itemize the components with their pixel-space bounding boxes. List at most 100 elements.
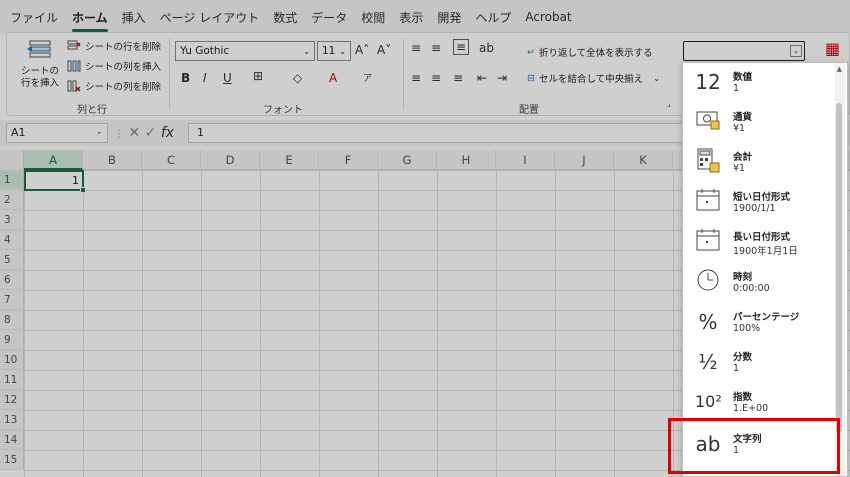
format-sample: 1 (733, 445, 740, 456)
align-left-icon[interactable]: ≡ (411, 71, 421, 85)
row-header[interactable]: 12 (0, 390, 24, 410)
indent-decrease-icon[interactable]: ⇤ (477, 71, 487, 85)
menu-file[interactable]: ファイル (10, 7, 58, 28)
align-top-icon[interactable]: ≡ (411, 41, 421, 55)
row-header[interactable]: 13 (0, 410, 24, 430)
menu-view[interactable]: 表示 (399, 7, 423, 28)
row-header[interactable]: 7 (0, 290, 24, 310)
format-option-time[interactable]: 時刻 0:00:00 (683, 263, 833, 303)
font-color-icon[interactable]: A (329, 71, 337, 85)
insert-cols-button[interactable]: シートの列を挿入 (67, 57, 161, 75)
border-icon[interactable]: ⊞ (253, 69, 263, 83)
italic-icon[interactable]: I (203, 71, 207, 85)
scroll-up-icon[interactable]: ▲ (837, 65, 842, 73)
number-icon: 12 (695, 70, 721, 94)
row-header[interactable]: 15 (0, 450, 24, 470)
menu-data[interactable]: データ (311, 7, 347, 28)
delete-rows-button[interactable]: シートの行を削除 (67, 37, 161, 55)
fill-handle[interactable] (80, 187, 86, 193)
confirm-icon[interactable]: ✓ (145, 125, 157, 141)
font-name-select[interactable]: Yu Gothic ⌄ (175, 41, 315, 61)
column-header[interactable]: K (614, 150, 673, 170)
column-header[interactable]: I (496, 150, 555, 170)
function-icon[interactable]: fx (161, 125, 174, 141)
row-header[interactable]: 2 (0, 190, 24, 210)
row-header[interactable]: 10 (0, 350, 24, 370)
format-sample: ¥1 (733, 123, 746, 134)
indent-increase-icon[interactable]: ⇥ (497, 71, 507, 85)
menu-review[interactable]: 校閲 (361, 7, 385, 28)
number-format-select[interactable]: ⌄ (683, 41, 805, 61)
format-option-long-date[interactable]: 長い日付形式 1900年1月1日 (683, 223, 833, 263)
decrease-font-icon[interactable]: A˅ (377, 43, 391, 57)
format-name: 文字列 (733, 434, 762, 445)
merge-center-button[interactable]: ⊟ セルを結合して中央揃え ⌄ (527, 69, 660, 87)
format-option-short-date[interactable]: 短い日付形式 1900/1/1 (683, 183, 833, 223)
active-cell-a1[interactable]: 1 (24, 170, 86, 193)
row-header[interactable]: 5 (0, 250, 24, 270)
menu-home[interactable]: ホーム (72, 7, 108, 32)
align-bottom-icon[interactable]: ≡ (453, 39, 470, 55)
wrap-text-button[interactable]: ↵ 折り返して全体を表示する (527, 43, 653, 61)
format-option-percentage[interactable]: % パーセンテージ 100% (683, 303, 833, 343)
dropdown-scrollbar[interactable]: ▲ (835, 63, 845, 476)
menu-insert[interactable]: 挿入 (122, 7, 146, 28)
group-label-alignment: 配置 (519, 105, 539, 116)
name-box-value: A1 (11, 126, 26, 139)
fill-color-icon[interactable]: ◇ (293, 71, 302, 85)
menu-developer[interactable]: 開発 (437, 7, 461, 28)
increase-font-icon[interactable]: A˄ (355, 43, 369, 57)
align-right-icon[interactable]: ≡ (453, 71, 463, 85)
number-format-dropdown: 12 数値 1 通貨 ¥1 会計 ¥1 短い日付形式 1900/1/1 長い日付… (682, 62, 848, 477)
column-header[interactable]: G (378, 150, 437, 170)
format-sample: 1900/1/1 (733, 203, 776, 214)
formula-input[interactable]: 1 (188, 123, 688, 143)
row-header[interactable]: 4 (0, 230, 24, 250)
column-header[interactable]: D (201, 150, 260, 170)
name-box[interactable]: A1 ⌄ (6, 123, 108, 143)
column-header[interactable]: C (142, 150, 201, 170)
row-header[interactable]: 1 (0, 170, 24, 190)
column-header[interactable]: F (319, 150, 378, 170)
menu-acrobat[interactable]: Acrobat (525, 8, 571, 26)
orientation-icon[interactable]: ab (479, 41, 494, 55)
row-header[interactable]: 9 (0, 330, 24, 350)
column-header[interactable]: E (260, 150, 319, 170)
format-sample: 1900年1月1日 (733, 246, 798, 257)
format-option-text[interactable]: ab 文字列 1 (683, 425, 833, 465)
format-sample: 1 (733, 83, 740, 94)
row-header[interactable]: 6 (0, 270, 24, 290)
format-option-accounting[interactable]: 会計 ¥1 (683, 143, 833, 183)
row-header[interactable]: 8 (0, 310, 24, 330)
fraction-icon: ½ (698, 350, 718, 374)
scrollbar-thumb[interactable] (836, 103, 842, 433)
column-header[interactable]: B (83, 150, 142, 170)
align-center-icon[interactable]: ≡ (431, 71, 441, 85)
row-header[interactable]: 3 (0, 210, 24, 230)
underline-icon[interactable]: U (223, 71, 232, 85)
format-name: 通貨 (733, 112, 753, 123)
format-option-currency[interactable]: 通貨 ¥1 (683, 103, 833, 143)
delete-cols-button[interactable]: シートの列を削除 (67, 77, 161, 95)
conditional-format-icon[interactable]: ▦ (825, 39, 840, 58)
menu-page-layout[interactable]: ページ レイアウト (160, 7, 260, 28)
row-header[interactable]: 11 (0, 370, 24, 390)
row-header[interactable]: 14 (0, 430, 24, 450)
column-header[interactable]: H (437, 150, 496, 170)
format-option-fraction[interactable]: ½ 分数 1 (683, 343, 833, 383)
column-header[interactable]: A (24, 150, 83, 170)
format-option-number[interactable]: 12 数値 1 (683, 63, 833, 103)
column-header[interactable]: J (555, 150, 614, 170)
dialog-launcher-icon[interactable]: ⌟ (667, 99, 671, 108)
format-name: 指数 (733, 392, 753, 403)
bold-icon[interactable]: B (181, 71, 190, 85)
align-middle-icon[interactable]: ≡ (431, 41, 441, 55)
phonetic-icon[interactable]: ア (363, 71, 372, 84)
insert-rows-button[interactable]: シートの行を挿入 (17, 37, 63, 97)
select-all-corner[interactable] (0, 150, 24, 170)
format-option-scientific[interactable]: 10² 指数 1.E+00 (683, 383, 833, 423)
font-size-select[interactable]: 11 ⌄ (317, 41, 351, 61)
menu-help[interactable]: ヘルプ (475, 7, 511, 28)
menu-formulas[interactable]: 数式 (273, 7, 297, 28)
cancel-icon[interactable]: ✕ (128, 125, 140, 141)
